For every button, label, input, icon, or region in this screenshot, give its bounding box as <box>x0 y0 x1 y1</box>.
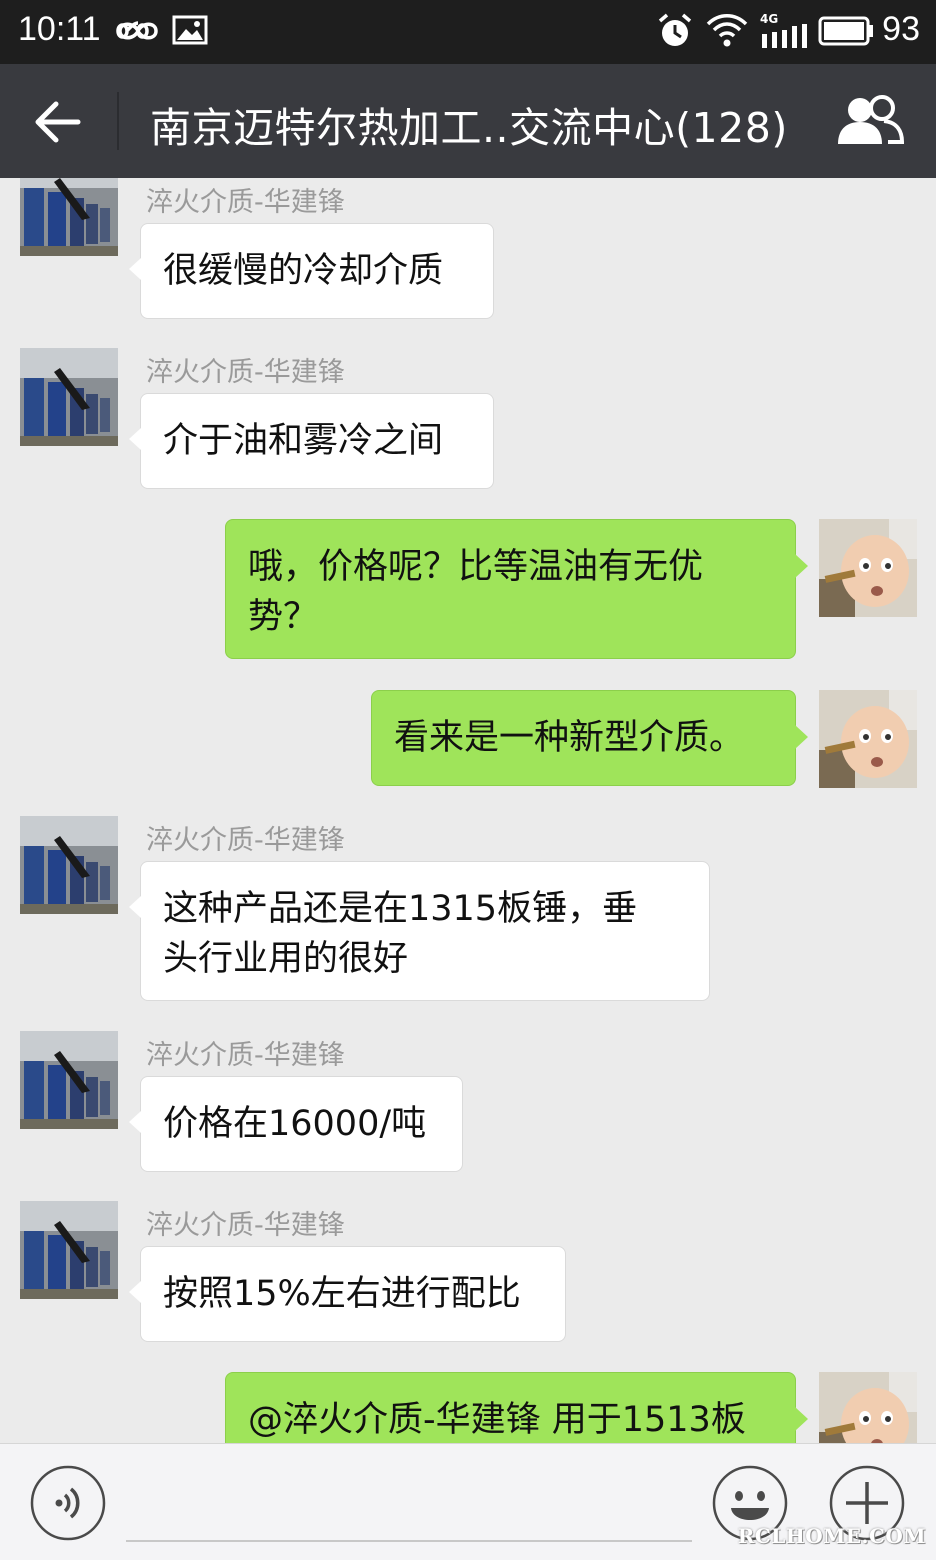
infinity-icon <box>116 21 158 40</box>
message-bubble-outgoing[interactable]: 哦，价格呢？比等温油有无优 势？ <box>225 519 808 659</box>
message-bubble-incoming[interactable]: 这种产品还是在1315板锤，垂 头行业用的很好 <box>129 861 710 1001</box>
message-text: 价格在16000/吨 <box>163 1104 427 1144</box>
watermark: RCLHOME.COM <box>737 1524 926 1548</box>
sender-name: 淬火介质-华建锋 <box>146 187 345 218</box>
message-bubble-outgoing[interactable]: 看来是一种新型介质。 <box>371 690 808 786</box>
message-bubble-incoming[interactable]: 按照15%左右进行配比 <box>129 1246 566 1342</box>
message-text: 介于油和雾冷之间 <box>163 421 444 461</box>
sender-avatar[interactable] <box>20 348 118 446</box>
message-text: 按照15%左右进行配比 <box>163 1274 521 1314</box>
message-bubble-incoming[interactable]: 价格在16000/吨 <box>129 1076 463 1172</box>
wifi-icon <box>706 14 748 47</box>
my-avatar[interactable] <box>819 519 917 617</box>
message-text: 看来是一种新型介质。 <box>394 718 745 758</box>
my-avatar[interactable] <box>819 1372 917 1443</box>
signal-icon <box>762 24 807 48</box>
sender-name: 淬火介质-华建锋 <box>146 1210 345 1241</box>
message-text: 头行业用的很好 <box>163 939 409 979</box>
image-icon <box>172 15 208 45</box>
sender-avatar[interactable] <box>20 1031 118 1129</box>
status-time: 10:11 <box>18 10 101 48</box>
my-avatar[interactable] <box>819 690 917 788</box>
battery-icon <box>818 16 873 46</box>
sender-name: 淬火介质-华建锋 <box>146 1040 345 1071</box>
sender-avatar[interactable] <box>20 816 118 914</box>
chat-title: 南京迈特尔热加工..交流中心(128) <box>150 104 788 152</box>
sender-name: 淬火介质-华建锋 <box>146 357 345 388</box>
sender-avatar[interactable] <box>20 178 118 256</box>
message-text: 很缓慢的冷却介质 <box>163 251 444 291</box>
chat-message-list[interactable]: 淬火介质-华建锋 很缓慢的冷却介质 淬火介质-华建锋 介于油和雾冷之间 哦，价格… <box>0 178 936 1443</box>
status-bar: 10:11 4G 93 <box>0 0 936 64</box>
message-bubble-incoming[interactable]: 介于油和雾冷之间 <box>129 393 494 489</box>
chat-header: 南京迈特尔热加工..交流中心(128) <box>0 64 936 178</box>
alarm-icon <box>658 13 692 46</box>
back-arrow-icon[interactable] <box>28 94 88 150</box>
message-input[interactable] <box>126 1540 692 1542</box>
header-divider <box>117 92 119 150</box>
message-text: 这种产品还是在1315板锤，垂 <box>163 889 638 929</box>
message-text: 势？ <box>248 597 319 637</box>
voice-icon[interactable] <box>29 1464 107 1542</box>
sender-avatar[interactable] <box>20 1201 118 1299</box>
message-bubble-outgoing[interactable]: @淬火介质-华建锋 用于1513板 <box>225 1372 808 1443</box>
message-text: 哦，价格呢？比等温油有无优 <box>248 547 704 587</box>
message-bubble-incoming[interactable]: 很缓慢的冷却介质 <box>129 223 494 319</box>
sender-name: 淬火介质-华建锋 <box>146 825 345 856</box>
message-text: @淬火介质-华建锋 用于1513板 <box>248 1400 746 1440</box>
input-bar: RCLHOME.COM <box>0 1443 936 1560</box>
group-members-icon[interactable] <box>834 92 906 152</box>
battery-level: 93 <box>882 10 920 48</box>
